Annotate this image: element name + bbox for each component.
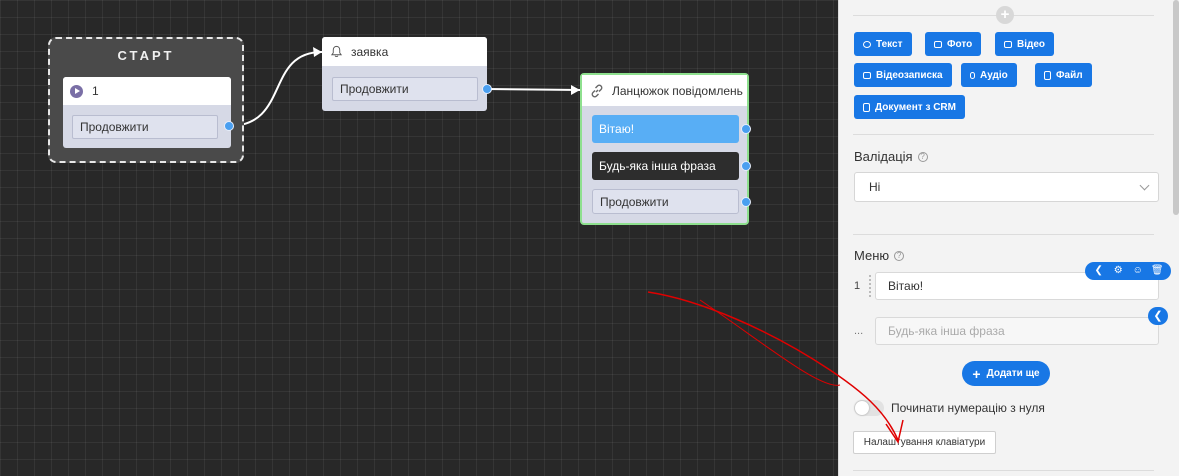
- divider: [853, 470, 1154, 471]
- chain-port-continue[interactable]: [741, 197, 751, 207]
- chain-port-greeting[interactable]: [741, 124, 751, 134]
- plus-icon: +: [972, 365, 981, 382]
- menu-item-number: ...: [854, 325, 864, 337]
- start-node-title: СТАРТ: [117, 48, 175, 63]
- message-chain-header: Ланцюжок повідомлень: [582, 75, 747, 106]
- wire-request-to-chain: [486, 88, 581, 91]
- validation-section-label: Валідація ?: [854, 149, 928, 164]
- add-block-button[interactable]: +: [996, 6, 1014, 24]
- numbering-toggle-label: Починати нумерацію з нуля: [891, 401, 1045, 415]
- message-chain-title: Ланцюжок повідомлень: [612, 83, 743, 98]
- divider: [853, 234, 1154, 235]
- chevron-left-icon[interactable]: ❮: [1148, 307, 1168, 325]
- bell-icon: [330, 45, 343, 58]
- add-text-button[interactable]: Текст: [854, 32, 912, 56]
- chevron-left-icon[interactable]: ❮: [1092, 264, 1106, 278]
- chain-button-any-phrase[interactable]: Будь-яка інша фраза: [592, 152, 739, 180]
- video-icon: [1004, 40, 1012, 48]
- message-chain-node[interactable]: Ланцюжок повідомлень Вітаю! Будь-яка інш…: [580, 73, 751, 225]
- menu-item-number: 1: [854, 280, 861, 292]
- document-icon: [863, 102, 870, 112]
- wire-arrow-chain: [571, 85, 580, 95]
- image-icon: [934, 40, 942, 48]
- request-node[interactable]: заявка Продовжити: [322, 37, 492, 111]
- numbering-toggle[interactable]: [854, 400, 884, 416]
- help-icon[interactable]: ?: [917, 151, 928, 162]
- start-node[interactable]: СТАРТ 1 Продовжити: [48, 37, 244, 163]
- start-continue-button[interactable]: Продовжити: [72, 115, 218, 139]
- panel-scrollbar[interactable]: [1173, 0, 1179, 215]
- menu-section-label: Меню ?: [854, 248, 905, 263]
- request-output-port[interactable]: [482, 84, 492, 94]
- play-icon: [70, 84, 83, 98]
- file-icon: [1044, 70, 1051, 80]
- gear-icon[interactable]: ⚙: [1111, 264, 1125, 278]
- add-audio-button[interactable]: Аудіо: [961, 63, 1017, 87]
- add-photo-button[interactable]: Фото: [925, 32, 982, 56]
- start-trigger-header: 1: [63, 77, 231, 105]
- emoji-icon[interactable]: ☺: [1131, 264, 1145, 278]
- add-video-button[interactable]: Відео: [995, 32, 1055, 56]
- chain-button-continue[interactable]: Продовжити: [592, 189, 739, 214]
- chat-icon: [863, 40, 871, 48]
- request-node-title: заявка: [351, 44, 389, 59]
- chevron-down-icon: [1139, 180, 1150, 191]
- divider: [853, 134, 1154, 135]
- chain-port-any-phrase[interactable]: [741, 161, 751, 171]
- start-trigger-card[interactable]: 1 Продовжити: [63, 77, 231, 148]
- add-more-button[interactable]: + Додати ще: [962, 361, 1050, 386]
- keyboard-settings-button[interactable]: Налаштування клавіатури: [853, 431, 996, 454]
- validation-select-value: Ні: [869, 180, 881, 194]
- properties-panel: + Текст Фото Відео Відеозаписка Аудіо Фа…: [838, 0, 1179, 476]
- wire-arrow-request: [313, 47, 322, 57]
- link-icon: [591, 84, 603, 97]
- menu-item-fallback-input[interactable]: Будь-яка інша фраза: [875, 317, 1159, 345]
- flow-canvas[interactable]: СТАРТ 1 Продовжити заявка Продовжити Лан…: [0, 0, 838, 476]
- microphone-icon: [970, 71, 975, 79]
- help-icon[interactable]: ?: [894, 250, 905, 261]
- validation-select[interactable]: Ні: [854, 172, 1159, 202]
- trash-icon[interactable]: 🗑: [1150, 264, 1164, 278]
- request-continue-button[interactable]: Продовжити: [332, 77, 478, 101]
- menu-item-toolbar: ❮ ⚙ ☺ 🗑: [1085, 262, 1171, 280]
- add-video-note-button[interactable]: Відеозаписка: [854, 63, 952, 87]
- drag-handle-icon[interactable]: [869, 275, 872, 297]
- chain-button-greeting[interactable]: Вітаю!: [592, 115, 739, 143]
- start-output-port[interactable]: [224, 121, 234, 131]
- start-trigger-label: 1: [92, 84, 99, 98]
- video-note-icon: [863, 71, 871, 79]
- add-file-button[interactable]: Файл: [1035, 63, 1092, 87]
- add-crm-document-button[interactable]: Документ з CRM: [854, 95, 965, 119]
- toggle-knob: [855, 401, 869, 415]
- request-node-header: заявка: [322, 37, 487, 66]
